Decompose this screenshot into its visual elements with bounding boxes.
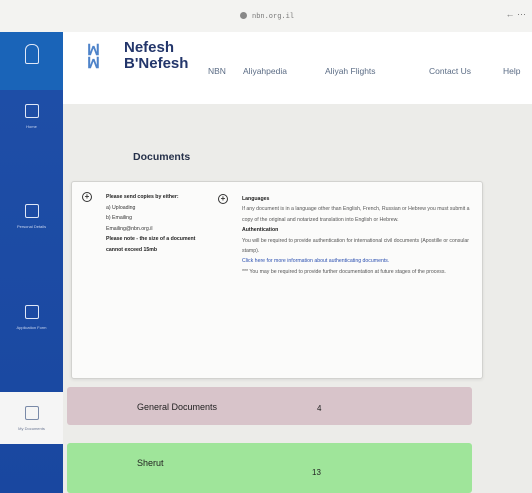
size-note: Please note - the size of a document can… (106, 236, 196, 253)
sidebar-item-label: Home (26, 124, 37, 129)
info-card: + Please send copies by either: a) Uploa… (71, 181, 483, 379)
folder-icon (24, 406, 39, 420)
section-count: 4 (317, 404, 322, 413)
page-title: Documents (133, 151, 191, 163)
sidebar-item-label: My Documents (18, 426, 45, 431)
expand-icon[interactable]: + (82, 192, 92, 202)
sidebar-item-label: Application Form (16, 325, 47, 330)
home-icon (24, 104, 39, 118)
screen: nbn.org.il ← ⋯ Home Personal Details App… (0, 0, 532, 493)
logo-line-1: Nefesh (124, 39, 175, 56)
browser-bar: nbn.org.il ← ⋯ (0, 0, 532, 33)
sidebar-item-label: Personal Details (16, 224, 47, 229)
send-option: b) Emailing (106, 215, 132, 221)
sidebar-item-application-form[interactable]: Application Form (0, 305, 63, 345)
authentication-link[interactable]: Click here for more information about au… (242, 256, 474, 266)
future-documentation-note: *** You may be required to provide furth… (242, 268, 446, 275)
section-count: 13 (312, 468, 321, 477)
menu-item-nbn[interactable]: NBN (208, 66, 226, 76)
browser-nav-icon[interactable]: ← ⋯ (505, 9, 526, 20)
lock-icon (240, 12, 247, 19)
address-bar[interactable]: nbn.org.il (252, 13, 294, 21)
form-icon (24, 305, 39, 319)
languages-text: If any document is in a language other t… (242, 206, 470, 223)
main-content: Documents + Please send copies by either… (63, 104, 532, 493)
authentication-heading: Authentication (242, 227, 279, 234)
header: ꟽꟽ Nefesh B'Nefesh NBN Aliyahpedia Aliya… (63, 32, 532, 104)
document-icon (24, 204, 39, 218)
logo[interactable]: Nefesh B'Nefesh (124, 40, 188, 72)
send-option: a) Uploading (106, 204, 136, 211)
sidebar: Home Personal Details Application Form M… (0, 32, 63, 493)
send-heading: Please send copies by either: (106, 194, 179, 200)
authentication-text: You will be required to provide authenti… (242, 237, 470, 255)
sidebar-item-home[interactable]: Home (0, 104, 63, 144)
menu-item-help[interactable]: Help (503, 66, 520, 76)
logo-icon: ꟽꟽ (87, 42, 100, 72)
document-rules: Languages If any document is in a langua… (242, 194, 474, 277)
menu-item-aliyah-flights[interactable]: Aliyah Flights (325, 66, 376, 76)
section-sherut[interactable]: Sherut 13 (67, 443, 472, 493)
sidebar-item-my-documents[interactable]: My Documents (0, 392, 63, 444)
logo-line-2: B'Nefesh (124, 55, 189, 72)
section-general-documents[interactable]: General Documents 4 (67, 387, 472, 425)
send-email: Emailing@nbn.org.il (106, 225, 153, 232)
sidebar-item-personal-details[interactable]: Personal Details (0, 204, 63, 244)
send-instructions: Please send copies by either: a) Uploadi… (106, 192, 211, 255)
menu-item-contact-us[interactable]: Contact Us (429, 66, 471, 76)
user-icon (25, 44, 39, 64)
section-name: Sherut (137, 458, 164, 468)
languages-heading: Languages (242, 196, 270, 202)
section-name: General Documents (137, 402, 218, 412)
sidebar-profile[interactable] (0, 32, 63, 90)
expand-icon[interactable]: + (218, 194, 228, 204)
menu-item-aliyahpedia[interactable]: Aliyahpedia (243, 66, 287, 76)
